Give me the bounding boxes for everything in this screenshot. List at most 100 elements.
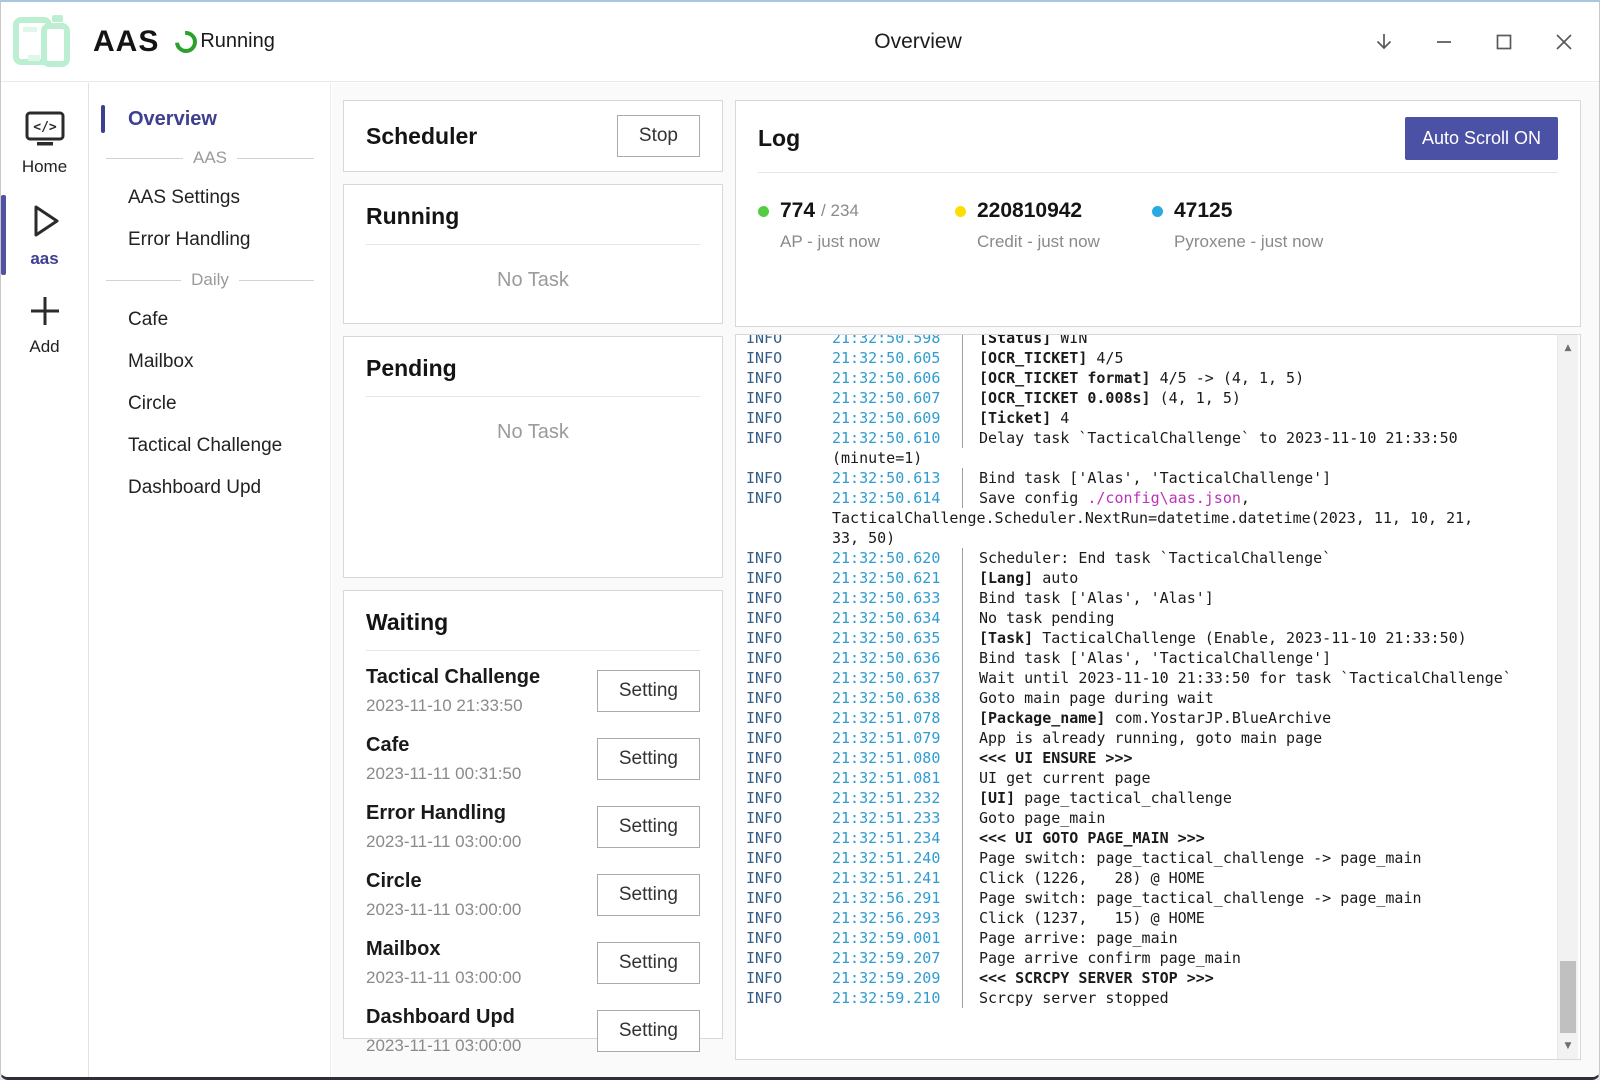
rail-item-add[interactable]: Add — [1, 281, 88, 369]
log-line: INFO21:32:51.240Page switch: page_tactic… — [746, 848, 1556, 868]
scheduler-stop-button[interactable]: Stop — [617, 115, 700, 157]
log-title: Log — [758, 125, 800, 152]
log-line: INFO21:32:59.001Page arrive: page_main — [746, 928, 1556, 948]
log-scroll-area[interactable]: INFO21:32:50.598[Status] WIN INFO21:32:50… — [736, 335, 1556, 1059]
divider-line — [239, 280, 314, 281]
stat-label: AP - just now — [780, 232, 955, 252]
task-next-run: 2023-11-11 03:00:00 — [366, 832, 521, 852]
log-line: INFO21:32:59.210Scrcpy server stopped — [746, 988, 1556, 1008]
log-line: INFO21:32:50.635[Task] TacticalChallenge… — [746, 628, 1556, 648]
task-setting-button[interactable]: Setting — [597, 738, 700, 780]
rail-item-home[interactable]: </> Home — [1, 99, 88, 189]
task-name: Circle — [366, 870, 521, 893]
stat-credit: 220810942 Credit - just now — [955, 199, 1152, 252]
resource-stats: 774 / 234 AP - just now 220810942 Credit… — [758, 199, 1558, 252]
log-scrollbar[interactable]: ▲ ▼ — [1557, 335, 1578, 1059]
rail-aas-label: aas — [30, 249, 58, 269]
log-line: INFO21:32:51.232[UI] page_tactical_chall… — [746, 788, 1556, 808]
nav-item-overview[interactable]: Overview — [90, 99, 330, 139]
stat-label: Credit - just now — [977, 232, 1152, 252]
log-line: INFO21:32:50.638Goto main page during wa… — [746, 688, 1556, 708]
rail-add-label: Add — [29, 337, 59, 357]
hide-to-tray-button[interactable] — [1371, 29, 1397, 55]
waiting-item-dashboard-upd: Dashboard Upd 2023-11-11 03:00:00 Settin… — [366, 997, 700, 1065]
log-line-continuation: 33, 50) — [746, 528, 1556, 548]
rail-home-label: Home — [22, 157, 67, 177]
running-empty-text: No Task — [366, 269, 700, 292]
divider — [366, 396, 700, 397]
log-line: INFO21:32:51.079App is already running, … — [746, 728, 1556, 748]
green-dot-icon — [758, 206, 769, 217]
log-header-card: Log Auto Scroll ON 774 / 234 AP - just n… — [735, 100, 1581, 327]
stat-ap: 774 / 234 AP - just now — [758, 199, 955, 252]
log-line: INFO21:32:51.081UI get current page — [746, 768, 1556, 788]
nav-section-aas: AAS — [90, 139, 330, 177]
stat-value: 774 — [780, 199, 815, 223]
pending-empty-text: No Task — [366, 421, 700, 444]
log-line: INFO21:32:50.636Bind task ['Alas', 'Tact… — [746, 648, 1556, 668]
main-area: Scheduler Stop Running No Task Pending N… — [332, 83, 1599, 1077]
log-line: INFO21:32:51.234<<< UI GOTO PAGE_MAIN >>… — [746, 828, 1556, 848]
rail-active-indicator — [1, 195, 6, 275]
app-name: AAS — [93, 25, 159, 59]
task-setting-button[interactable]: Setting — [597, 806, 700, 848]
rail-item-aas[interactable]: aas — [1, 189, 88, 281]
waiting-item-tactical-challenge: Tactical Challenge 2023-11-10 21:33:50 S… — [366, 657, 700, 725]
log-line: INFO21:32:50.620Scheduler: End task `Tac… — [746, 548, 1556, 568]
nav-overview-label: Overview — [128, 108, 217, 131]
nav-item-error-handling[interactable]: Error Handling — [90, 219, 330, 261]
close-button[interactable] — [1551, 29, 1577, 55]
task-setting-button[interactable]: Setting — [597, 1010, 700, 1052]
minimize-button[interactable] — [1431, 29, 1457, 55]
divider — [366, 650, 700, 651]
nav-item-mailbox[interactable]: Mailbox — [90, 341, 330, 383]
nav-item-cafe[interactable]: Cafe — [90, 299, 330, 341]
nav-item-aas-settings[interactable]: AAS Settings — [90, 177, 330, 219]
running-title: Running — [366, 203, 700, 230]
stat-value: 220810942 — [977, 199, 1082, 223]
log-view-card: INFO21:32:50.598[Status] WIN INFO21:32:50… — [735, 334, 1581, 1060]
log-line: INFO21:32:59.207Page arrive confirm page… — [746, 948, 1556, 968]
scheduler-card: Scheduler Stop — [343, 100, 723, 172]
log-line: INFO21:32:51.078[Package_name] com.Yosta… — [746, 708, 1556, 728]
stat-suffix: / 234 — [821, 201, 859, 221]
task-setting-button[interactable]: Setting — [597, 942, 700, 984]
running-spinner-icon — [171, 26, 202, 57]
nav-item-tactical-challenge[interactable]: Tactical Challenge — [90, 425, 330, 467]
blue-dot-icon — [1152, 206, 1163, 217]
maximize-icon — [1493, 31, 1515, 53]
waiting-title: Waiting — [366, 609, 700, 636]
log-line: INFO21:32:50.598[Status] WIN — [746, 335, 1556, 348]
nav-item-dashboard-upd[interactable]: Dashboard Upd — [90, 467, 330, 509]
pending-card: Pending No Task — [343, 336, 723, 578]
waiting-item-mailbox: Mailbox 2023-11-11 03:00:00 Setting — [366, 929, 700, 997]
task-next-run: 2023-11-11 03:00:00 — [366, 1036, 521, 1056]
nav-item-circle[interactable]: Circle — [90, 383, 330, 425]
log-line: INFO21:32:50.613Bind task ['Alas', 'Tact… — [746, 468, 1556, 488]
divider — [758, 172, 1558, 173]
log-line: INFO21:32:50.606[OCR_TICKET format] 4/5 … — [746, 368, 1556, 388]
auto-scroll-toggle-button[interactable]: Auto Scroll ON — [1405, 117, 1558, 160]
scrollbar-thumb[interactable] — [1560, 961, 1576, 1033]
log-line: INFO21:32:59.209<<< SCRCPY SERVER STOP >… — [746, 968, 1556, 988]
task-setting-button[interactable]: Setting — [597, 874, 700, 916]
log-line: INFO21:32:50.609[Ticket] 4 — [746, 408, 1556, 428]
log-line: INFO21:32:50.633Bind task ['Alas', 'Alas… — [746, 588, 1556, 608]
waiting-item-circle: Circle 2023-11-11 03:00:00 Setting — [366, 861, 700, 929]
scrollbar-down-arrow-icon[interactable]: ▼ — [1558, 1041, 1578, 1051]
svg-text:</>: </> — [33, 120, 57, 135]
task-name: Mailbox — [366, 938, 521, 961]
task-setting-button[interactable]: Setting — [597, 670, 700, 712]
nav-active-indicator — [101, 105, 105, 133]
window-controls — [1371, 2, 1577, 82]
home-monitor-code-icon: </> — [22, 109, 68, 151]
play-icon — [24, 199, 66, 243]
log-line: INFO21:32:50.637Wait until 2023-11-10 21… — [746, 668, 1556, 688]
plus-icon — [25, 291, 65, 331]
app-window: AAS Running Overview </> — [0, 0, 1600, 1080]
icon-rail: </> Home aas Add — [1, 83, 89, 1077]
scrollbar-up-arrow-icon[interactable]: ▲ — [1558, 343, 1578, 353]
log-line: INFO21:32:50.614Save config ./config\aas… — [746, 488, 1556, 508]
maximize-button[interactable] — [1491, 29, 1517, 55]
stat-pyroxene: 47125 Pyroxene - just now — [1152, 199, 1349, 252]
